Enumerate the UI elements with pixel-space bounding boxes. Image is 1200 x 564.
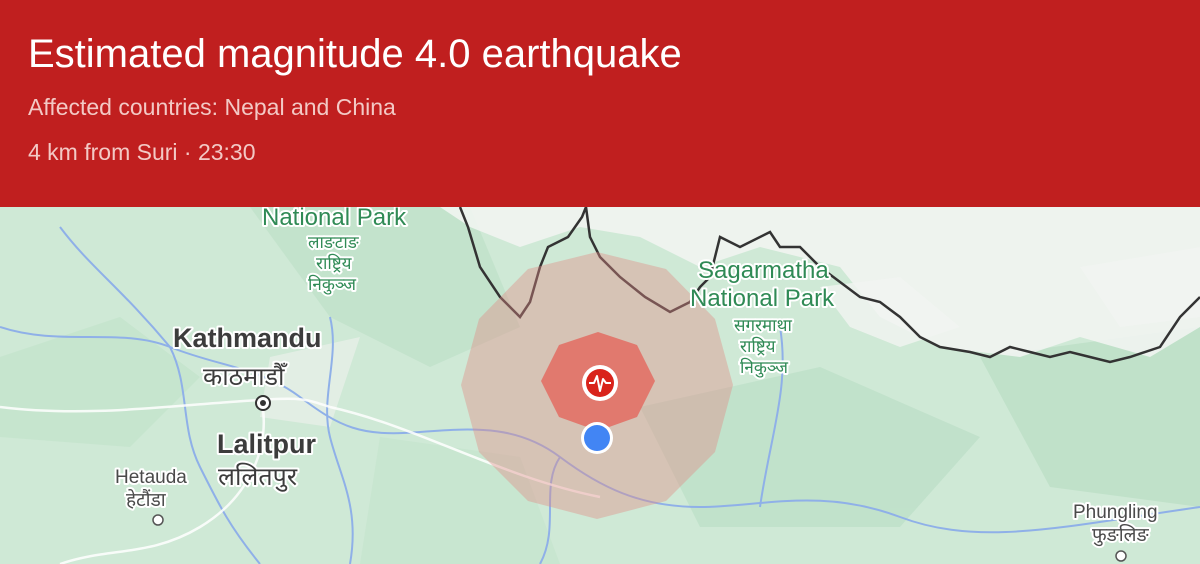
sagarmatha-park-label-np-3: निकुञ्ज — [740, 357, 788, 378]
kathmandu-label-np: काठमाडौँ — [203, 362, 288, 391]
lalitpur-label-np: ललितपुर — [218, 462, 298, 492]
langtang-park-label-np-2: राष्ट्रिय — [316, 253, 353, 273]
phungling-label: Phungling — [1073, 502, 1158, 523]
hetauda-label: Hetauda — [115, 467, 187, 488]
hetauda-label-np: हेटौंडा — [126, 488, 167, 511]
city-dot-icon — [152, 514, 164, 526]
blue-dot-icon[interactable] — [581, 422, 613, 454]
city-dot-icon — [1115, 550, 1127, 562]
alert-title: Estimated magnitude 4.0 earthquake — [28, 32, 682, 76]
langtang-park-label-np-1: लाङटाङ — [308, 233, 360, 252]
location-time: 4 km from Suri · 23:30 — [28, 139, 256, 165]
earthquake-alert-card[interactable]: Estimated magnitude 4.0 earthquake Affec… — [0, 0, 1200, 564]
sagarmatha-park-label-2: National Park — [690, 285, 835, 312]
affected-countries: Affected countries: Nepal and China — [28, 94, 396, 120]
sagarmatha-park-label-np-1: सगरमाथा — [734, 316, 792, 335]
langtang-park-label: National Park — [262, 207, 407, 231]
alert-header: Estimated magnitude 4.0 earthquake Affec… — [0, 0, 1200, 207]
seismograph-icon[interactable] — [582, 365, 618, 401]
city-dot-icon — [255, 395, 271, 411]
phungling-label-np: फुङलिङ — [1092, 523, 1150, 547]
lalitpur-label: Lalitpur — [217, 429, 316, 459]
sagarmatha-park-label-np-2: राष्ट्रिय — [740, 336, 777, 356]
map-view[interactable]: National Park लाङटाङ राष्ट्रिय निकुञ्ज S… — [0, 207, 1200, 564]
langtang-park-label-np-3: निकुञ्ज — [308, 274, 356, 295]
kathmandu-label: Kathmandu — [173, 323, 322, 353]
sagarmatha-park-label-1: Sagarmatha — [698, 257, 829, 284]
